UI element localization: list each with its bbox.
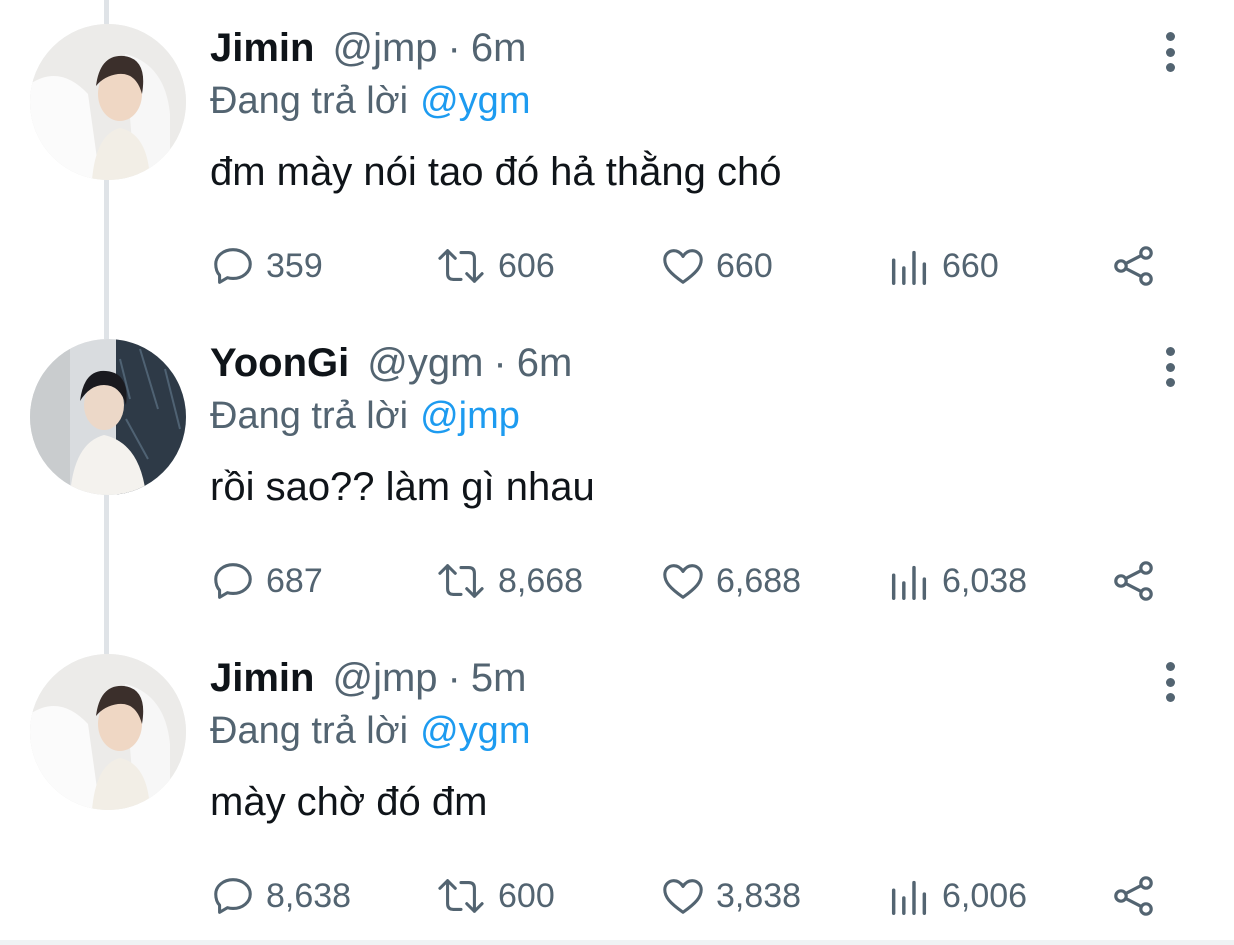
header-separator: ·	[493, 341, 507, 385]
display-name[interactable]: Jimin	[210, 26, 314, 71]
views-button[interactable]: 660	[886, 240, 999, 292]
like-count: 3,838	[716, 876, 802, 915]
retweet-button[interactable]: 600	[434, 870, 555, 922]
more-options-button[interactable]	[1150, 30, 1190, 74]
more-options-button[interactable]	[1150, 345, 1190, 389]
views-icon	[891, 880, 927, 915]
tweet[interactable]: Jimin @jmp · 5m Đang trả lời @ygm mày chờ…	[0, 630, 1234, 945]
retweet-button[interactable]: 606	[434, 240, 555, 292]
more-vertical-icon	[1165, 662, 1175, 671]
more-vertical-icon	[1165, 347, 1175, 356]
heart-icon	[663, 249, 703, 284]
reply-icon	[214, 878, 252, 914]
share-button[interactable]	[1110, 870, 1158, 922]
like-count: 6,688	[716, 561, 802, 600]
reply-icon	[214, 248, 252, 284]
user-handle[interactable]: @jmp	[332, 26, 437, 71]
more-vertical-icon	[1165, 32, 1175, 41]
timestamp[interactable]: 6m	[471, 26, 527, 71]
header-separator: ·	[447, 656, 461, 700]
tweet-text: đm mày nói tao đó hả thằng chó	[210, 150, 782, 194]
avatar[interactable]	[30, 339, 186, 495]
display-name[interactable]: Jimin	[210, 656, 314, 701]
tweet[interactable]: YoonGi @ygm · 6m Đang trả lời @jmp rồi sa…	[0, 315, 1234, 630]
reply-count: 687	[266, 561, 323, 600]
replying-to-label: Đang trả lời	[210, 710, 409, 752]
like-count: 660	[716, 246, 773, 285]
like-button[interactable]: 6,688	[660, 555, 801, 607]
tweet-header: Jimin @jmp · 5m	[210, 656, 526, 706]
bottom-divider	[0, 940, 1234, 945]
share-icon	[1114, 246, 1153, 286]
replying-to-label: Đang trả lời	[210, 80, 409, 122]
avatar-yoongi-image	[30, 339, 186, 495]
like-button[interactable]: 660	[660, 240, 773, 292]
reply-mention-link[interactable]: @jmp	[420, 395, 520, 437]
avatar-jimin-image	[30, 654, 186, 810]
user-handle[interactable]: @jmp	[332, 656, 437, 701]
views-button[interactable]: 6,038	[886, 555, 1027, 607]
replying-to: Đang trả lời @ygm	[210, 710, 530, 753]
reply-button[interactable]: 687	[210, 555, 323, 607]
retweet-count: 600	[498, 876, 555, 915]
reply-count: 359	[266, 246, 323, 285]
tweet-text: mày chờ đó đm	[210, 780, 488, 824]
more-options-button[interactable]	[1150, 660, 1190, 704]
reply-mention-link[interactable]: @ygm	[420, 710, 530, 752]
share-button[interactable]	[1110, 555, 1158, 607]
share-icon	[1114, 561, 1153, 601]
view-count: 6,038	[942, 561, 1028, 600]
retweet-count: 8,668	[498, 561, 584, 600]
replying-to: Đang trả lời @ygm	[210, 80, 530, 123]
tweet-actions: 359 606 660 660	[210, 240, 1170, 292]
user-handle[interactable]: @ygm	[367, 341, 483, 386]
view-count: 660	[942, 246, 999, 285]
display-name[interactable]: YoonGi	[210, 341, 349, 386]
tweet-thread: Jimin @jmp · 6m Đang trả lời @ygm đm mày …	[0, 0, 1234, 945]
replying-to: Đang trả lời @jmp	[210, 395, 520, 438]
views-icon	[891, 565, 927, 600]
avatar[interactable]	[30, 24, 186, 180]
tweet-header: Jimin @jmp · 6m	[210, 26, 526, 76]
heart-icon	[663, 564, 703, 599]
share-icon	[1114, 876, 1153, 916]
replying-to-label: Đang trả lời	[210, 395, 409, 437]
tweet-header: YoonGi @ygm · 6m	[210, 341, 572, 391]
reply-count: 8,638	[266, 876, 352, 915]
tweet-actions: 8,638 600 3,838 6,006	[210, 870, 1170, 922]
views-icon	[891, 250, 927, 285]
retweet-button[interactable]: 8,668	[434, 555, 583, 607]
view-count: 6,006	[942, 876, 1028, 915]
timestamp[interactable]: 5m	[471, 656, 527, 701]
reply-icon	[214, 563, 252, 599]
share-button[interactable]	[1110, 240, 1158, 292]
tweet-text: rồi sao?? làm gì nhau	[210, 465, 595, 509]
retweet-count: 606	[498, 246, 555, 285]
heart-icon	[663, 879, 703, 914]
timestamp[interactable]: 6m	[517, 341, 573, 386]
avatar[interactable]	[30, 654, 186, 810]
views-button[interactable]: 6,006	[886, 870, 1027, 922]
reply-button[interactable]: 8,638	[210, 870, 351, 922]
retweet-icon	[438, 249, 484, 283]
reply-mention-link[interactable]: @ygm	[420, 80, 530, 122]
reply-button[interactable]: 359	[210, 240, 323, 292]
tweet-actions: 687 8,668 6,688 6,038	[210, 555, 1170, 607]
tweet[interactable]: Jimin @jmp · 6m Đang trả lời @ygm đm mày …	[0, 0, 1234, 315]
avatar-jimin-image	[30, 24, 186, 180]
like-button[interactable]: 3,838	[660, 870, 801, 922]
header-separator: ·	[447, 26, 461, 70]
retweet-icon	[438, 564, 484, 598]
retweet-icon	[438, 879, 484, 913]
